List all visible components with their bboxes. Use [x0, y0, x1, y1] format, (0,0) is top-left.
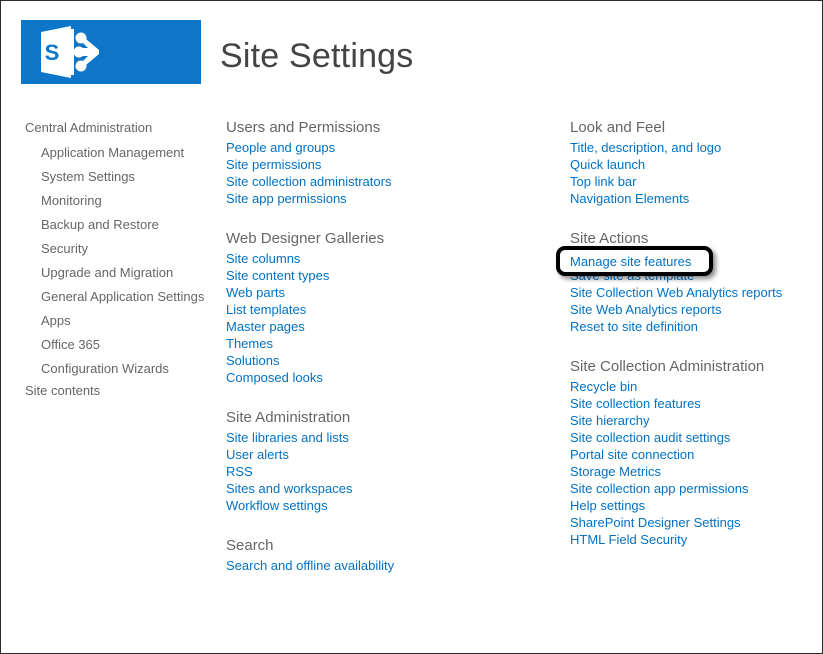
link-site-collection-audit-settings[interactable]: Site collection audit settings [570, 429, 820, 446]
link-portal-site-connection[interactable]: Portal site connection [570, 446, 820, 463]
link-html-field-security[interactable]: HTML Field Security [570, 531, 820, 548]
group-site-administration: Site Administration Site libraries and l… [226, 408, 526, 514]
group-title: Search [226, 537, 274, 554]
sidebar-item-security[interactable]: Security [25, 237, 205, 261]
sidebar-item-monitoring[interactable]: Monitoring [25, 189, 205, 213]
link-navigation-elements[interactable]: Navigation Elements [570, 190, 820, 207]
link-site-web-analytics-reports[interactable]: Site Web Analytics reports [570, 301, 820, 318]
link-themes[interactable]: Themes [226, 335, 526, 352]
group-title: Web Designer Galleries [226, 230, 385, 247]
sidebar-item-site-contents[interactable]: Site contents [25, 381, 205, 404]
sidebar-item-backup-and-restore[interactable]: Backup and Restore [25, 213, 205, 237]
group-title: Users and Permissions [226, 119, 381, 136]
group-title: Site Actions [570, 230, 649, 247]
link-reset-to-site-definition[interactable]: Reset to site definition [570, 318, 820, 335]
group-site-actions: Site Actions Manage site features Save s… [570, 229, 820, 335]
link-site-libraries-and-lists[interactable]: Site libraries and lists [226, 429, 526, 446]
link-site-columns[interactable]: Site columns [226, 250, 526, 267]
link-title-description-and-logo[interactable]: Title, description, and logo [570, 139, 820, 156]
sharepoint-logo-icon: S [21, 20, 201, 84]
link-people-and-groups[interactable]: People and groups [226, 139, 526, 156]
link-rss[interactable]: RSS [226, 463, 526, 480]
page-title: Site Settings [220, 37, 414, 75]
link-sites-and-workspaces[interactable]: Sites and workspaces [226, 480, 526, 497]
group-title: Site Collection Administration [570, 358, 765, 375]
link-site-collection-app-permissions[interactable]: Site collection app permissions [570, 480, 820, 497]
link-top-link-bar[interactable]: Top link bar [570, 173, 820, 190]
sidebar-item-upgrade-and-migration[interactable]: Upgrade and Migration [25, 261, 205, 285]
link-site-collection-administrators[interactable]: Site collection administrators [226, 173, 526, 190]
sidebar-item-configuration-wizards[interactable]: Configuration Wizards [25, 357, 205, 381]
sidebar-item-system-settings[interactable]: System Settings [25, 165, 205, 189]
link-site-content-types[interactable]: Site content types [226, 267, 526, 284]
link-site-collection-features[interactable]: Site collection features [570, 395, 820, 412]
sidebar-item-office-365[interactable]: Office 365 [25, 333, 205, 357]
group-search: Search Search and offline availability [226, 536, 526, 574]
link-web-parts[interactable]: Web parts [226, 284, 526, 301]
group-web-designer-galleries: Web Designer Galleries Site columns Site… [226, 229, 526, 386]
link-user-alerts[interactable]: User alerts [226, 446, 526, 463]
group-look-and-feel: Look and Feel Title, description, and lo… [570, 118, 820, 207]
link-solutions[interactable]: Solutions [226, 352, 526, 369]
sidebar-item-apps[interactable]: Apps [25, 309, 205, 333]
settings-column-right: Look and Feel Title, description, and lo… [570, 118, 820, 570]
link-list-templates[interactable]: List templates [226, 301, 526, 318]
link-search-and-offline-availability[interactable]: Search and offline availability [226, 557, 526, 574]
link-site-permissions[interactable]: Site permissions [226, 156, 526, 173]
group-title: Look and Feel [570, 119, 666, 136]
sidebar-navigation: Central Administration Application Manag… [25, 118, 205, 404]
group-users-and-permissions: Users and Permissions People and groups … [226, 118, 526, 207]
sidebar-item-application-management[interactable]: Application Management [25, 141, 205, 165]
page-header: S Site Settings [1, 1, 822, 101]
link-workflow-settings[interactable]: Workflow settings [226, 497, 526, 514]
svg-text:S: S [45, 40, 60, 65]
link-master-pages[interactable]: Master pages [226, 318, 526, 335]
group-site-collection-administration: Site Collection Administration Recycle b… [570, 357, 820, 548]
annotation-highlighted-link-label[interactable]: Manage site features [570, 253, 691, 270]
link-storage-metrics[interactable]: Storage Metrics [570, 463, 820, 480]
settings-column-middle: Users and Permissions People and groups … [226, 118, 526, 596]
link-site-hierarchy[interactable]: Site hierarchy [570, 412, 820, 429]
link-site-app-permissions[interactable]: Site app permissions [226, 190, 526, 207]
link-sharepoint-designer-settings[interactable]: SharePoint Designer Settings [570, 514, 820, 531]
link-help-settings[interactable]: Help settings [570, 497, 820, 514]
link-recycle-bin[interactable]: Recycle bin [570, 378, 820, 395]
sidebar-item-central-administration[interactable]: Central Administration [25, 118, 205, 141]
link-site-collection-web-analytics-reports[interactable]: Site Collection Web Analytics reports [570, 284, 820, 301]
group-title: Site Administration [226, 409, 351, 426]
sidebar-item-general-application-settings[interactable]: General Application Settings [25, 285, 205, 309]
site-settings-page: S Site Settings Central Administration A… [0, 0, 823, 654]
link-quick-launch[interactable]: Quick launch [570, 156, 820, 173]
link-composed-looks[interactable]: Composed looks [226, 369, 526, 386]
